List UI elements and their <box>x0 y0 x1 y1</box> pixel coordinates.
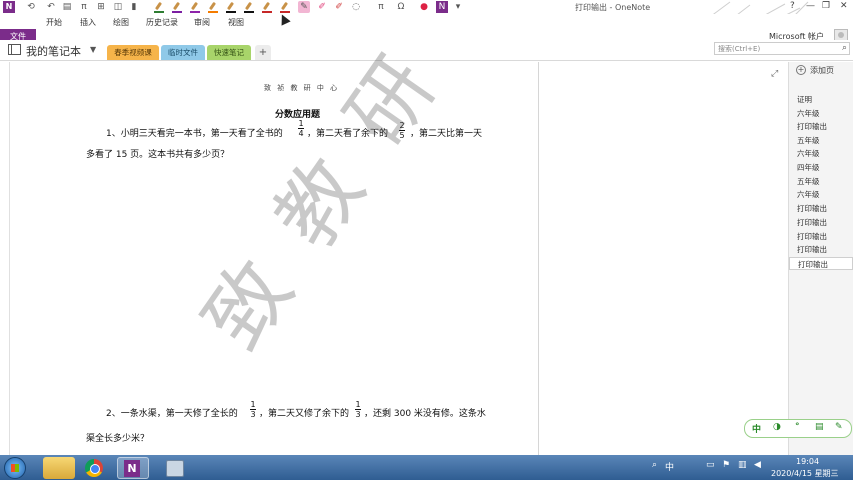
chrome-icon[interactable] <box>78 457 110 479</box>
clock-time[interactable]: 19:04 <box>796 457 819 466</box>
eraser-icon[interactable]: ✐ <box>316 1 328 13</box>
page-item[interactable]: 六年级 <box>789 188 853 201</box>
left-strip <box>0 62 10 455</box>
section-tab-spring-video[interactable]: 春季视频课 <box>107 45 159 60</box>
search-tray-icon[interactable]: ⌕ <box>652 460 657 470</box>
highlighter-icon[interactable]: ✎ <box>298 1 310 13</box>
onenote-icon: N <box>124 460 140 477</box>
tab-insert[interactable]: 插入 <box>80 17 96 28</box>
tab-home[interactable]: 开始 <box>46 17 62 28</box>
add-section-button[interactable]: + <box>255 45 271 60</box>
undo-icon[interactable]: ↶ <box>45 1 57 13</box>
q2-frac1-den: 3 <box>250 410 256 419</box>
page-item[interactable]: 五年级 <box>789 175 853 188</box>
app-icon[interactable] <box>158 457 190 479</box>
page-item[interactable]: 四年级 <box>789 161 853 174</box>
page-item[interactable]: 打印输出 <box>789 230 853 243</box>
ribbon-tabs: 文件 开始 插入 绘图 历史记录 审阅 视图 Microsoft 帐户 <box>0 14 853 45</box>
tab-review[interactable]: 审阅 <box>194 17 210 28</box>
page-item[interactable]: 打印输出 <box>789 202 853 215</box>
equation-icon[interactable]: π <box>375 1 387 13</box>
page-width-guide <box>538 62 539 455</box>
q2-text-part3: ，还剩 300 米没有修。这条水 <box>364 409 486 419</box>
q2-text-part2: ，第二天又修了余下的 <box>259 409 350 419</box>
pen-green-icon[interactable] <box>153 1 165 13</box>
pen-purple-icon[interactable] <box>171 1 183 13</box>
punctuation-icon[interactable]: ° <box>795 422 800 432</box>
pen-violet-icon[interactable] <box>189 1 201 13</box>
q2-fraction-2: 1 3 <box>354 400 362 419</box>
q2-frac2-num: 1 <box>355 400 361 409</box>
tab-draw[interactable]: 绘图 <box>113 17 129 28</box>
q2-frac2-den: 3 <box>355 410 361 419</box>
pi-icon[interactable]: π <box>78 1 90 13</box>
color-icon[interactable]: ● <box>418 1 430 13</box>
flag-icon[interactable]: ⚑ <box>722 460 730 470</box>
pen-orange-icon[interactable] <box>207 1 219 13</box>
search-placeholder: 搜索(Ctrl+E) <box>718 45 761 53</box>
q1-text-part1: 1、小明三天看完一本书，第一天看了全书的 <box>106 129 283 139</box>
page-item[interactable]: 五年级 <box>789 134 853 147</box>
page-item-selected[interactable]: 打印输出 <box>789 257 853 270</box>
wrench-icon[interactable]: ✎ <box>835 422 843 432</box>
lasso-icon[interactable]: ◌ <box>350 1 362 13</box>
keyboard-tray-icon[interactable]: ▭ <box>706 460 715 470</box>
q2-fraction-1: 1 3 <box>249 400 257 419</box>
page-item[interactable]: 打印输出 <box>789 216 853 229</box>
ime-mode-label[interactable]: 中 <box>752 422 761 435</box>
page-item[interactable]: 六年级 <box>789 107 853 120</box>
maximize-icon[interactable]: ❐ <box>822 1 830 11</box>
moon-icon[interactable]: ◑ <box>773 422 781 432</box>
notebook-title[interactable]: 我的笔记本 <box>26 43 81 59</box>
clock-date[interactable]: 2020/4/15 星期三 <box>771 468 839 479</box>
title-bar: N ⟲ ↶ ▤ π ⊞ ◫ ▮ ✎ ✐ ✐ ◌ π Ω ● N ▾ 打印输出 -… <box>0 0 853 29</box>
tab-history[interactable]: 历史记录 <box>146 17 178 28</box>
chevron-down-icon[interactable]: ▼ <box>90 45 96 54</box>
search-input[interactable]: 搜索(Ctrl+E) ⌕ <box>714 42 850 55</box>
ime-toolbar[interactable]: 中 ◑ ° ▤ ✎ <box>744 419 852 438</box>
add-page-icon[interactable]: + <box>796 65 806 75</box>
search-icon[interactable]: ⌕ <box>842 43 847 53</box>
start-button[interactable] <box>4 457 26 479</box>
eraser-2-icon[interactable]: ✐ <box>333 1 345 13</box>
shapes-icon[interactable]: ◫ <box>112 1 124 13</box>
window-title: 打印输出 - OneNote <box>575 3 651 12</box>
pen-red-icon[interactable] <box>261 1 273 13</box>
q2-text-line2: 渠全长多少米？ <box>86 434 150 444</box>
back-icon[interactable]: ⟲ <box>25 1 37 13</box>
page-item[interactable]: 打印输出 <box>789 120 853 133</box>
section-tab-temp-files[interactable]: 临时文件 <box>161 45 205 60</box>
pen-red-2-icon[interactable] <box>279 1 291 13</box>
onenote-logo-icon: N <box>3 1 15 13</box>
pen-black-icon[interactable] <box>225 1 237 13</box>
expand-icon[interactable]: ⤢ <box>771 69 778 79</box>
keyboard-icon[interactable]: ▤ <box>815 422 824 432</box>
symbol-icon[interactable]: Ω <box>395 1 407 13</box>
q1-text-line2: 多看了 15 页。这本书共有多少页？ <box>86 150 230 160</box>
paint-icon[interactable]: ▮ <box>128 1 140 13</box>
minimize-icon[interactable]: — <box>806 1 815 11</box>
help-icon[interactable]: ? <box>790 1 795 11</box>
tray-language[interactable]: 中 <box>665 460 674 473</box>
notebook-icon[interactable] <box>8 44 21 55</box>
page-item[interactable]: 证明 <box>789 93 853 106</box>
pen-black-2-icon[interactable] <box>243 1 255 13</box>
file-explorer-icon[interactable] <box>43 457 75 479</box>
table-icon[interactable]: ⊞ <box>95 1 107 13</box>
volume-icon[interactable]: ◀ <box>754 460 761 470</box>
q2-text-part1: 2、一条水渠，第一天修了全长的 <box>106 409 238 419</box>
copy-icon[interactable]: ▤ <box>61 1 73 13</box>
page-item[interactable]: 打印输出 <box>789 243 853 256</box>
section-tab-quick-notes[interactable]: 快速笔记 <box>207 45 251 60</box>
onenote-taskbar-button[interactable]: N <box>117 457 149 479</box>
page-item[interactable]: 六年级 <box>789 147 853 160</box>
q2-frac1-num: 1 <box>250 400 256 409</box>
tab-view[interactable]: 视图 <box>228 17 244 28</box>
onenote-small-icon[interactable]: N <box>436 1 448 13</box>
add-page-button[interactable]: 添加页 <box>810 65 834 76</box>
network-icon[interactable]: ▥ <box>738 460 747 470</box>
close-icon[interactable]: ✕ <box>840 1 848 11</box>
customize-icon[interactable]: ▾ <box>452 1 464 13</box>
